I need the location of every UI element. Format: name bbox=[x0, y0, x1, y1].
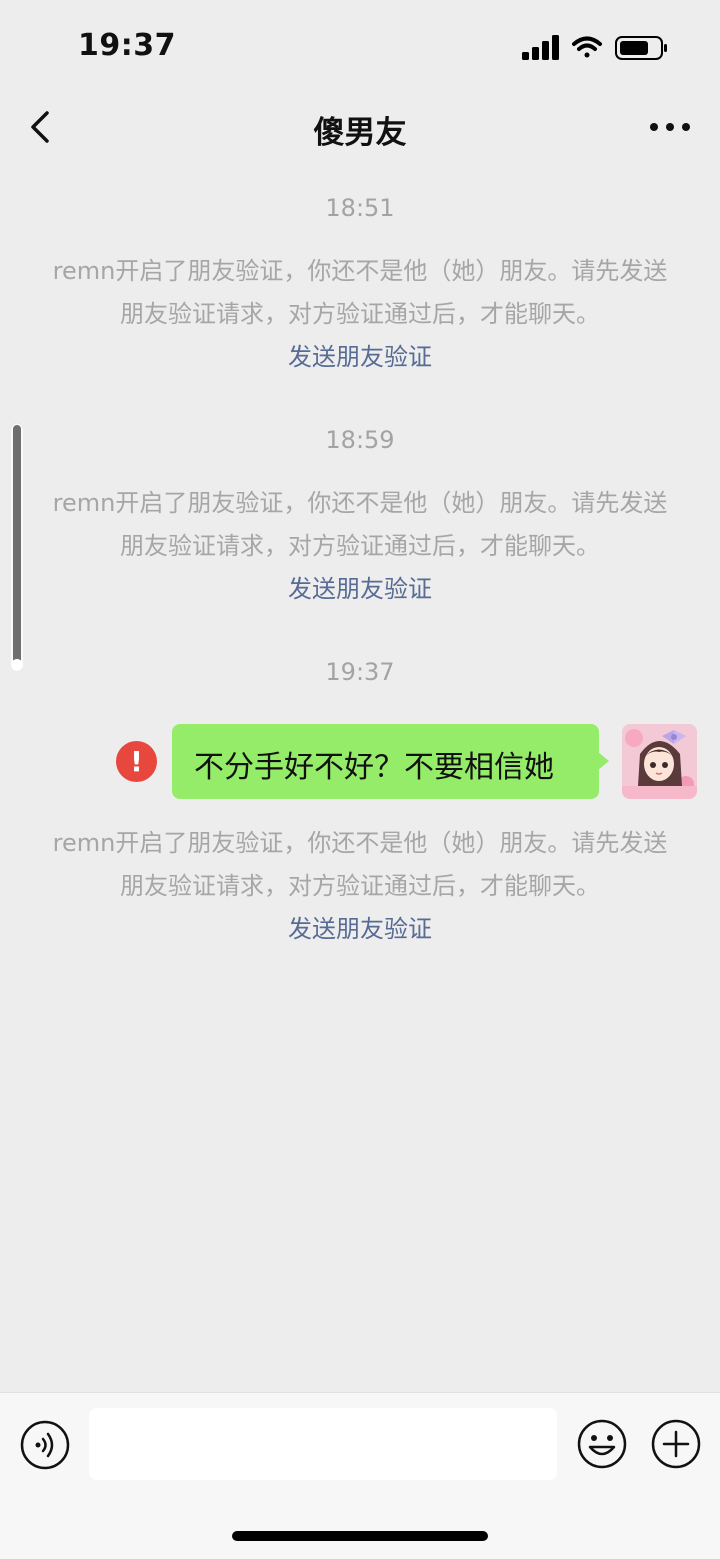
system-notice-text: remn开启了朋友验证，你还不是他（她）朋友。请先发送朋友验证请求，对方验证通过… bbox=[52, 829, 668, 900]
nav-bar: 傻男友 bbox=[0, 95, 720, 161]
send-verification-link[interactable]: 发送朋友验证 bbox=[50, 908, 670, 951]
home-indicator[interactable] bbox=[232, 1531, 488, 1541]
battery-icon bbox=[615, 36, 667, 60]
signal-icon bbox=[522, 35, 559, 60]
message-row: ! 不分手好不好？不要相信她 bbox=[0, 722, 720, 802]
system-notice-text: remn开启了朋友验证，你还不是他（她）朋友。请先发送朋友验证请求，对方验证通过… bbox=[52, 257, 668, 328]
avatar[interactable] bbox=[622, 724, 697, 799]
message-text: 不分手好不好？不要相信她 bbox=[194, 750, 554, 785]
system-notice: remn开启了朋友验证，你还不是他（她）朋友。请先发送朋友验证请求，对方验证通过… bbox=[50, 822, 670, 951]
message-input[interactable] bbox=[89, 1408, 557, 1480]
voice-icon bbox=[20, 1420, 70, 1470]
plus-icon bbox=[651, 1419, 701, 1469]
input-bar bbox=[0, 1392, 720, 1559]
system-notice: remn开启了朋友验证，你还不是他（她）朋友。请先发送朋友验证请求，对方验证通过… bbox=[50, 250, 670, 379]
status-bar: 19:37 bbox=[0, 0, 720, 95]
status-time: 19:37 bbox=[78, 28, 176, 63]
system-notice: remn开启了朋友验证，你还不是他（她）朋友。请先发送朋友验证请求，对方验证通过… bbox=[50, 482, 670, 611]
message-bubble[interactable]: 不分手好不好？不要相信她 bbox=[172, 724, 609, 799]
status-icons bbox=[522, 34, 672, 62]
more-icon bbox=[650, 123, 690, 131]
wifi-icon bbox=[572, 36, 602, 58]
chat-title: 傻男友 bbox=[313, 115, 407, 151]
error-icon[interactable]: ! bbox=[116, 741, 157, 782]
system-notice-text: remn开启了朋友验证，你还不是他（她）朋友。请先发送朋友验证请求，对方验证通过… bbox=[52, 489, 668, 560]
voice-button[interactable] bbox=[20, 1420, 70, 1470]
send-verification-link[interactable]: 发送朋友验证 bbox=[50, 568, 670, 611]
emoji-icon bbox=[577, 1419, 627, 1469]
emoji-button[interactable] bbox=[576, 1418, 628, 1470]
send-verification-link[interactable]: 发送朋友验证 bbox=[50, 336, 670, 379]
timestamp: 18:51 bbox=[325, 194, 395, 222]
scrollbar[interactable] bbox=[11, 423, 23, 671]
timestamp: 19:37 bbox=[325, 658, 395, 686]
timestamp: 18:59 bbox=[325, 426, 395, 454]
plus-button[interactable] bbox=[650, 1418, 702, 1470]
more-button[interactable] bbox=[648, 115, 692, 139]
